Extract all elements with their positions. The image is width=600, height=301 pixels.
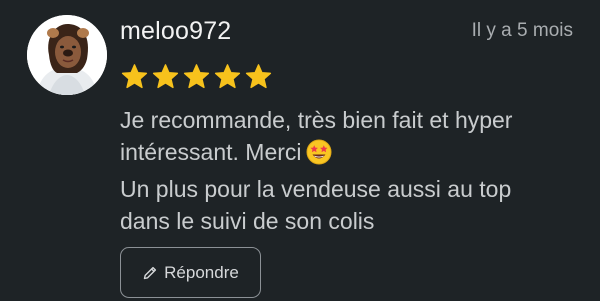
review-text-line: dans le suivi de son colis [120,208,375,234]
reply-button[interactable]: Répondre [120,247,261,298]
review-text-line: intéressant. Merci [120,136,580,173]
star-rating [120,63,273,91]
username[interactable]: meloo972 [120,17,231,46]
star-icon [120,63,149,91]
star-struck-emoji-icon [306,139,332,173]
avatar-photo [27,15,107,95]
review-timestamp: Il y a 5 mois [471,20,573,41]
star-icon [244,63,273,91]
star-icon [151,63,180,91]
pencil-icon [143,266,157,279]
review-text: Je recommande, très bien fait et hyper i… [120,104,580,237]
review-text-line: Un plus pour la vendeuse aussi au top [120,176,512,202]
star-icon [213,63,242,91]
review-text-line: Je recommande, très bien fait et hyper [120,107,513,133]
review-card: meloo972 Il y a 5 mois Je recommande, tr… [0,0,600,301]
reply-button-label: Répondre [164,262,239,282]
avatar[interactable] [27,15,107,95]
star-icon [182,63,211,91]
